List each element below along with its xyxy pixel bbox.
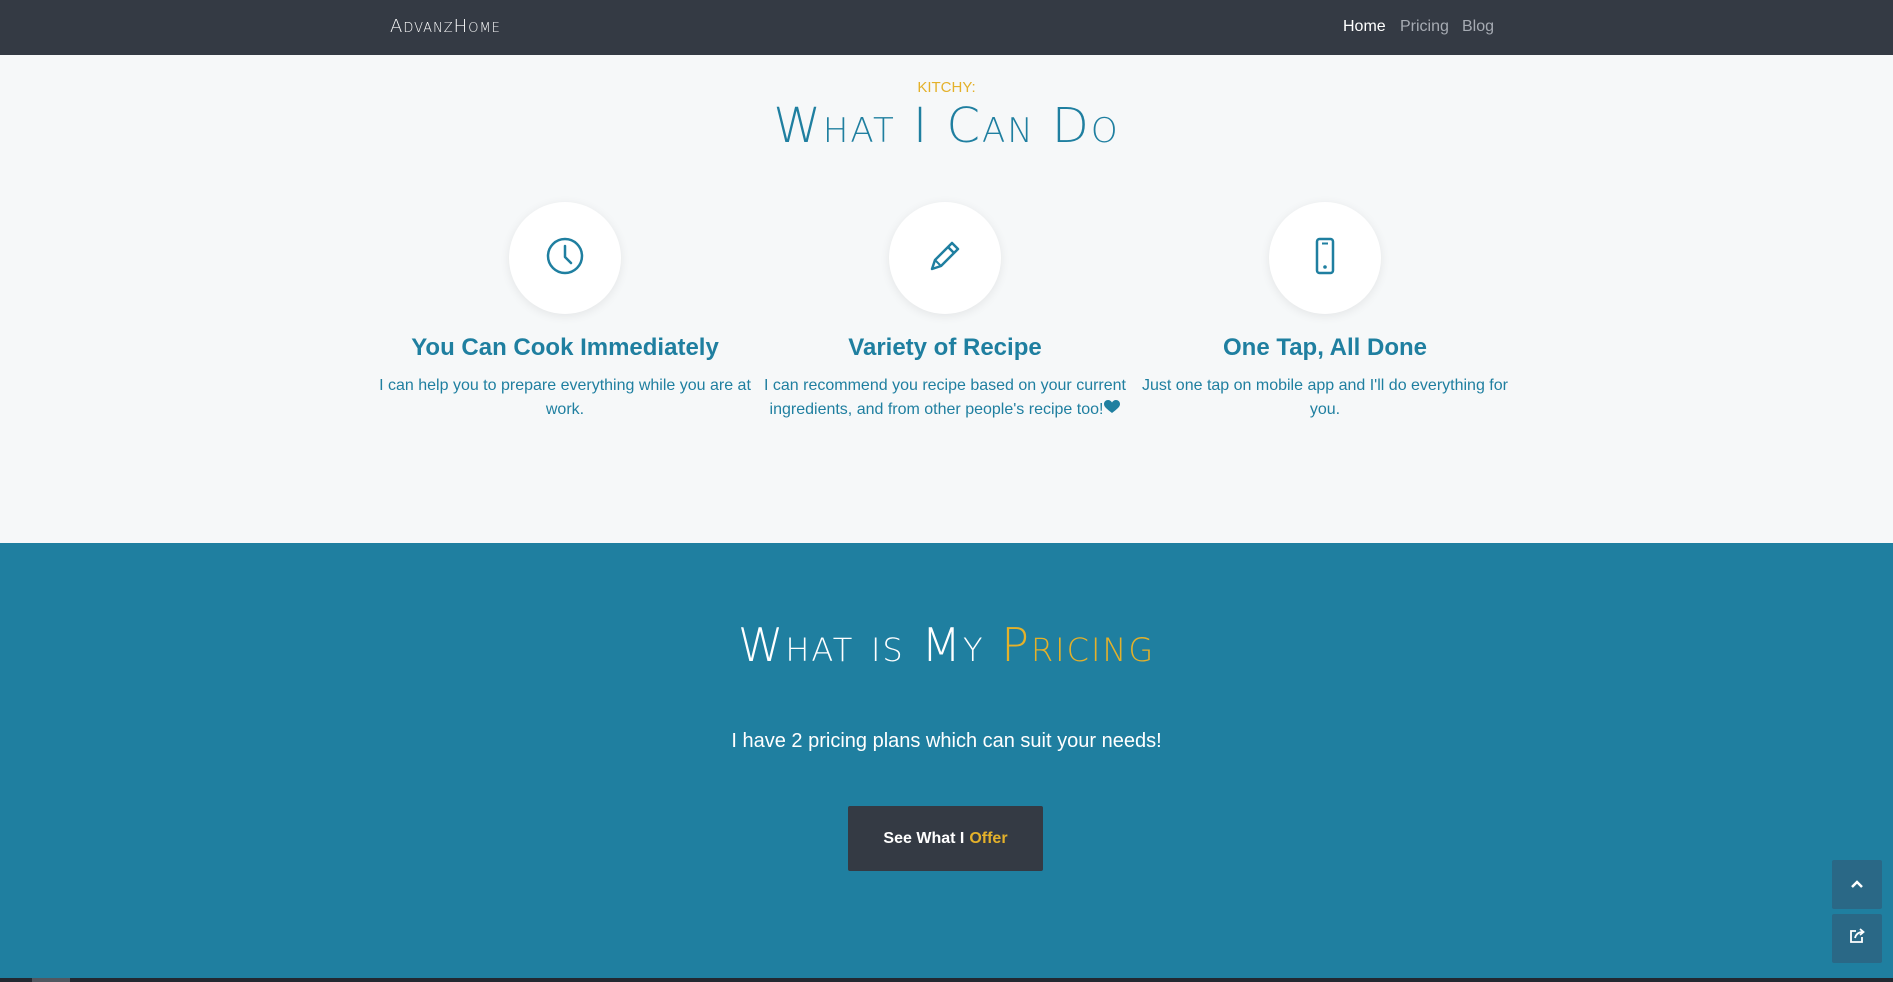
top-navbar: AdvanzHome Home Pricing Blog <box>0 0 1893 55</box>
feature-card-recipe: Variety of Recipe I can recommend you re… <box>759 202 1131 422</box>
pricing-section <box>0 543 1893 982</box>
scroll-to-top-button[interactable] <box>1832 860 1882 909</box>
feature-card-one-tap: One Tap, All Done Just one tap on mobile… <box>1139 202 1511 422</box>
bottom-strip <box>0 978 1893 982</box>
share-icon <box>1848 927 1866 950</box>
feature-description: Just one tap on mobile app and I'll do e… <box>1142 377 1508 418</box>
pricing-title-main: What is My <box>737 618 985 672</box>
features-title: What I Can Do <box>773 98 1120 154</box>
clock-icon <box>545 236 585 281</box>
pricing-title-accent: Pricing <box>1001 618 1156 672</box>
cta-label-main: See What I <box>883 829 965 847</box>
brand-logo[interactable]: AdvanzHome <box>390 16 501 37</box>
mobile-phone-icon <box>1305 236 1345 281</box>
section-eyebrow: KITCHY: <box>917 79 976 96</box>
nav-link-blog[interactable]: Blog <box>1462 18 1494 36</box>
feature-title: You Can Cook Immediately <box>411 334 719 361</box>
nav-link-pricing[interactable]: Pricing <box>1400 18 1449 36</box>
feature-icon-circle <box>509 202 621 314</box>
share-button[interactable] <box>1832 914 1882 963</box>
feature-description: I can recommend you recipe based on your… <box>759 374 1131 422</box>
pricing-subtitle: I have 2 pricing plans which can suit yo… <box>731 730 1162 752</box>
feature-icon-circle <box>889 202 1001 314</box>
see-offer-button[interactable]: See What I Offer <box>848 806 1043 871</box>
bottom-tab <box>32 978 70 982</box>
feature-title: Variety of Recipe <box>848 334 1042 361</box>
feature-title: One Tap, All Done <box>1222 334 1427 361</box>
heart-icon <box>1104 398 1121 422</box>
feature-card-cook: You Can Cook Immediately I can help you … <box>379 202 751 422</box>
nav-link-home[interactable]: Home <box>1343 18 1386 36</box>
pencil-icon <box>925 236 965 281</box>
cta-label-accent: Offer <box>969 829 1008 847</box>
feature-description: I can help you to prepare everything whi… <box>379 377 751 418</box>
feature-icon-circle <box>1269 202 1381 314</box>
pricing-title: What is My Pricing <box>0 618 1893 672</box>
feature-description-text: I can recommend you recipe based on your… <box>764 377 1126 419</box>
chevron-up-icon <box>1850 876 1864 894</box>
